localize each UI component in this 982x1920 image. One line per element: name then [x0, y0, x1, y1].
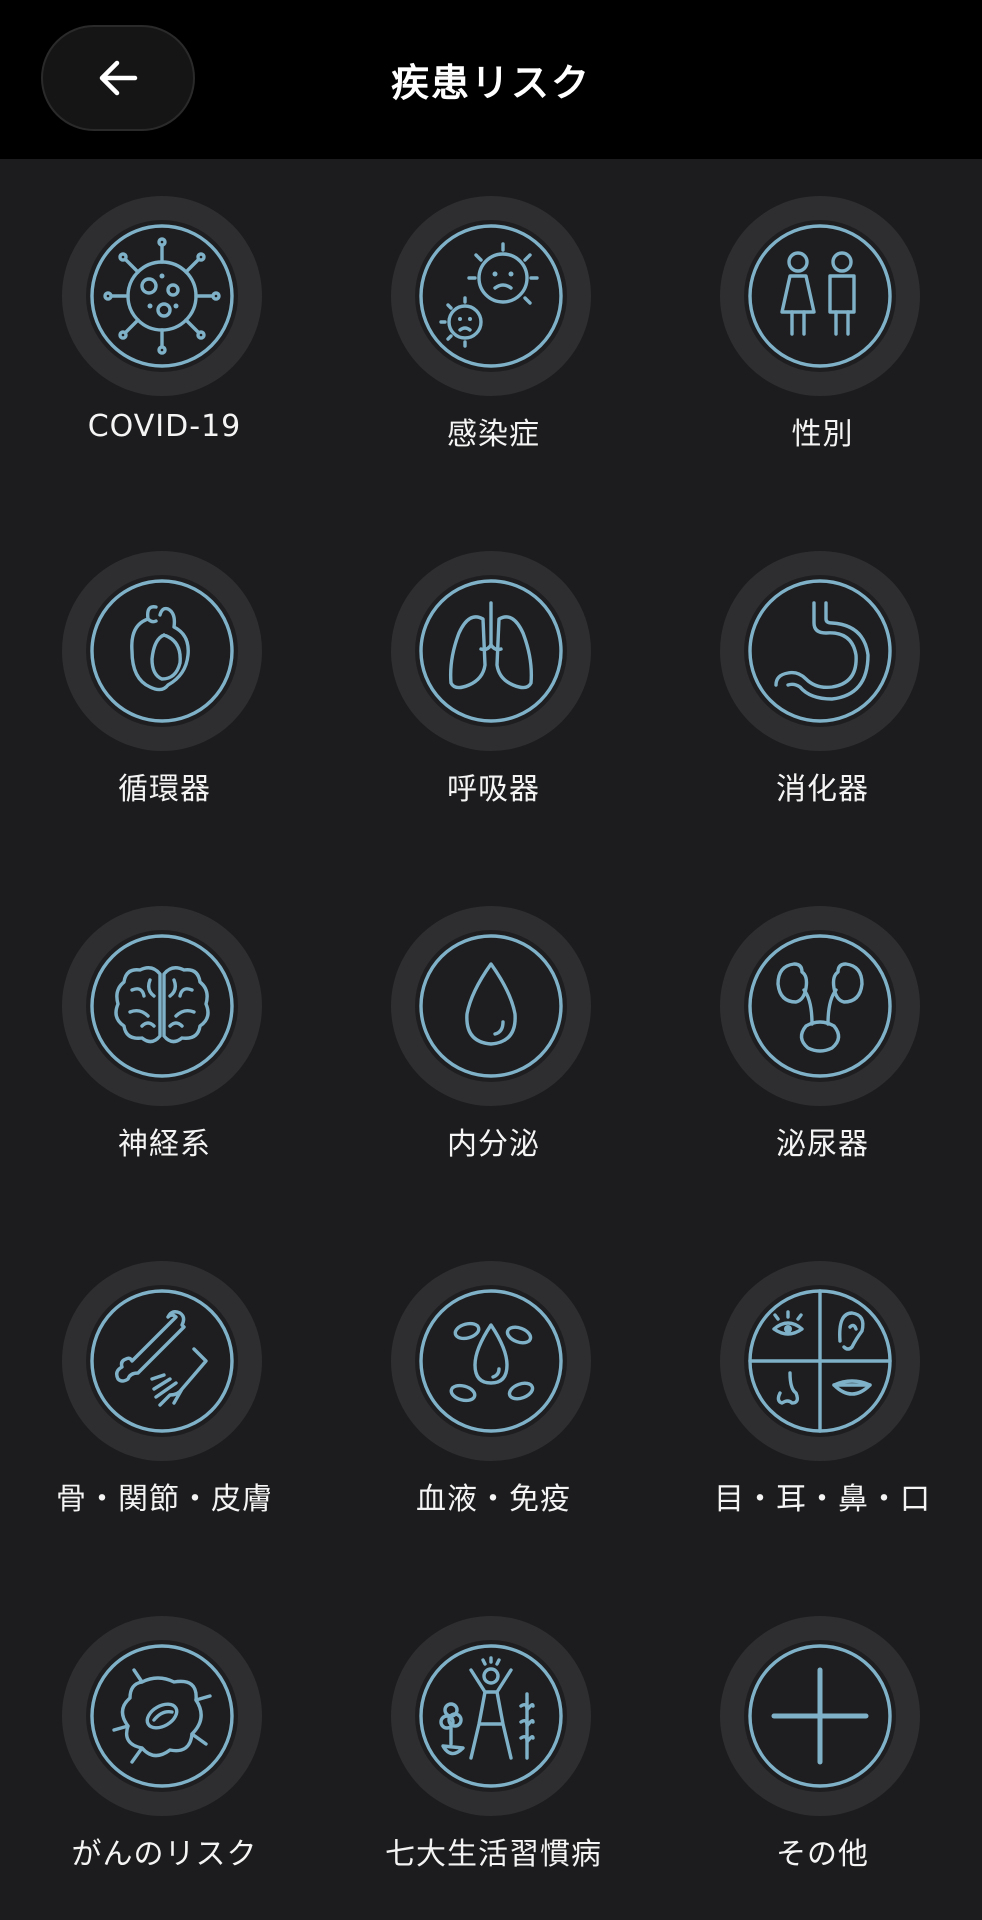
- virus-icon: [90, 224, 234, 368]
- category-covid19[interactable]: COVID-19: [0, 159, 329, 489]
- category-label: 神経系: [118, 1127, 211, 1162]
- category-label: COVID-19: [87, 409, 242, 444]
- category-label: 目・耳・鼻・口: [714, 1482, 931, 1517]
- category-urinary[interactable]: 泌尿器: [658, 869, 982, 1199]
- kidney-icon: [748, 934, 892, 1078]
- category-lifestyle-diseases[interactable]: 七大生活習慣病: [329, 1579, 658, 1909]
- category-circulatory[interactable]: 循環器: [0, 514, 329, 844]
- category-respiratory[interactable]: 呼吸器: [329, 514, 658, 844]
- app-header: 疾患リスク: [0, 0, 982, 159]
- category-digestive[interactable]: 消化器: [658, 514, 982, 844]
- cancer-cell-icon: [90, 1644, 234, 1788]
- category-label: 内分泌: [447, 1127, 540, 1162]
- category-label: がんのリスク: [71, 1837, 258, 1872]
- category-bone-joint-skin[interactable]: 骨・関節・皮膚: [0, 1224, 329, 1554]
- lungs-icon: [419, 579, 563, 723]
- category-nervous[interactable]: 神経系: [0, 869, 329, 1199]
- back-button[interactable]: [41, 25, 195, 131]
- category-label: 性別: [791, 417, 854, 452]
- category-gender[interactable]: 性別: [658, 159, 982, 489]
- plus-icon: [748, 1644, 892, 1788]
- drop-icon: [419, 934, 563, 1078]
- category-other[interactable]: その他: [658, 1579, 982, 1909]
- category-endocrine[interactable]: 内分泌: [329, 869, 658, 1199]
- stomach-icon: [748, 579, 892, 723]
- bone-skin-icon: [90, 1289, 234, 1433]
- category-label: 循環器: [118, 772, 211, 807]
- category-label: 泌尿器: [776, 1127, 869, 1162]
- category-label: その他: [776, 1837, 869, 1872]
- category-label: 血液・免疫: [416, 1482, 571, 1517]
- category-label: 呼吸器: [447, 772, 540, 807]
- category-label: 感染症: [447, 417, 540, 452]
- category-eye-ear-nose-mouth[interactable]: 目・耳・鼻・口: [658, 1224, 982, 1554]
- category-label: 骨・関節・皮膚: [56, 1482, 273, 1517]
- category-cancer-risk[interactable]: がんのリスク: [0, 1579, 329, 1909]
- category-infection[interactable]: 感染症: [329, 159, 658, 489]
- category-label: 七大生活習慣病: [385, 1837, 602, 1872]
- senses-icon: [748, 1289, 892, 1433]
- heart-icon: [90, 579, 234, 723]
- brain-icon: [90, 934, 234, 1078]
- arrow-left-icon: [99, 60, 138, 96]
- category-blood-immune[interactable]: 血液・免疫: [329, 1224, 658, 1554]
- category-label: 消化器: [776, 772, 869, 807]
- germs-icon: [419, 224, 563, 368]
- blood-cells-icon: [419, 1289, 563, 1433]
- lifestyle-icon: [419, 1644, 563, 1788]
- gender-icon: [748, 224, 892, 368]
